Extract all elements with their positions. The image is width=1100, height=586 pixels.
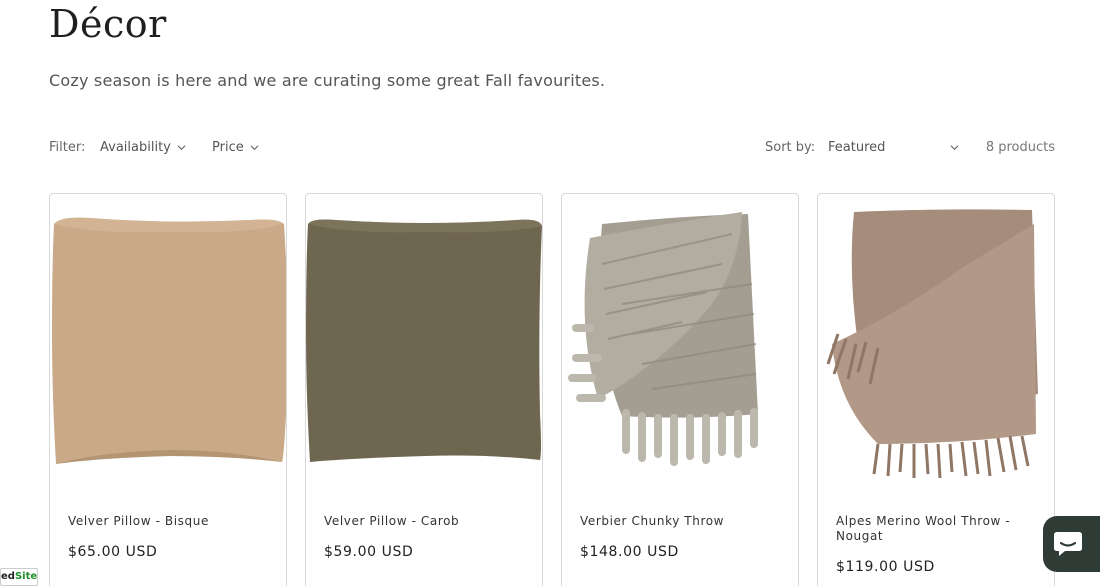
trust-badge-suffix: Site: [14, 571, 38, 582]
sort-label: Sort by:: [765, 140, 816, 155]
product-title[interactable]: Alpes Merino Wool Throw - Nougat: [836, 514, 1036, 544]
product-price: $65.00 USD: [68, 544, 158, 560]
page-title: Décor: [49, 2, 167, 46]
chat-button[interactable]: [1043, 516, 1100, 572]
product-image[interactable]: [818, 194, 1054, 494]
product-image[interactable]: [562, 194, 798, 494]
price-filter-label: Price: [212, 140, 244, 155]
facets-toolbar: Filter: Availability Price Sort by: Feat…: [49, 140, 1055, 162]
product-count: 8 products: [985, 140, 1055, 155]
product-card[interactable]: Velver Pillow - Bisque $65.00 USD: [49, 193, 287, 586]
collection-description: Cozy season is here and we are curating …: [49, 71, 606, 90]
product-title[interactable]: Velver Pillow - Bisque: [68, 514, 268, 529]
product-image[interactable]: [306, 194, 542, 494]
sort-select[interactable]: Featured: [828, 140, 959, 155]
product-price: $119.00 USD: [836, 559, 935, 575]
trust-badge-prefix: ed: [1, 571, 15, 582]
chevron-down-icon: [177, 145, 186, 151]
filter-label: Filter:: [49, 140, 86, 155]
availability-filter[interactable]: Availability: [100, 140, 186, 155]
product-card[interactable]: Verbier Chunky Throw $148.00 USD: [561, 193, 799, 586]
product-price: $59.00 USD: [324, 544, 414, 560]
product-title[interactable]: Velver Pillow - Carob: [324, 514, 524, 529]
product-card[interactable]: Alpes Merino Wool Throw - Nougat $119.00…: [817, 193, 1055, 586]
availability-filter-label: Availability: [100, 140, 171, 155]
product-title[interactable]: Verbier Chunky Throw: [580, 514, 780, 529]
product-card[interactable]: Velver Pillow - Carob $59.00 USD: [305, 193, 543, 586]
price-filter[interactable]: Price: [212, 140, 259, 155]
trust-badge[interactable]: edSite: [0, 568, 38, 586]
sort-selected-value: Featured: [828, 140, 886, 155]
product-price: $148.00 USD: [580, 544, 679, 560]
chevron-down-icon: [950, 145, 959, 151]
chevron-down-icon: [250, 145, 259, 151]
chat-bubble-icon: [1054, 532, 1082, 556]
product-image[interactable]: [50, 194, 286, 494]
